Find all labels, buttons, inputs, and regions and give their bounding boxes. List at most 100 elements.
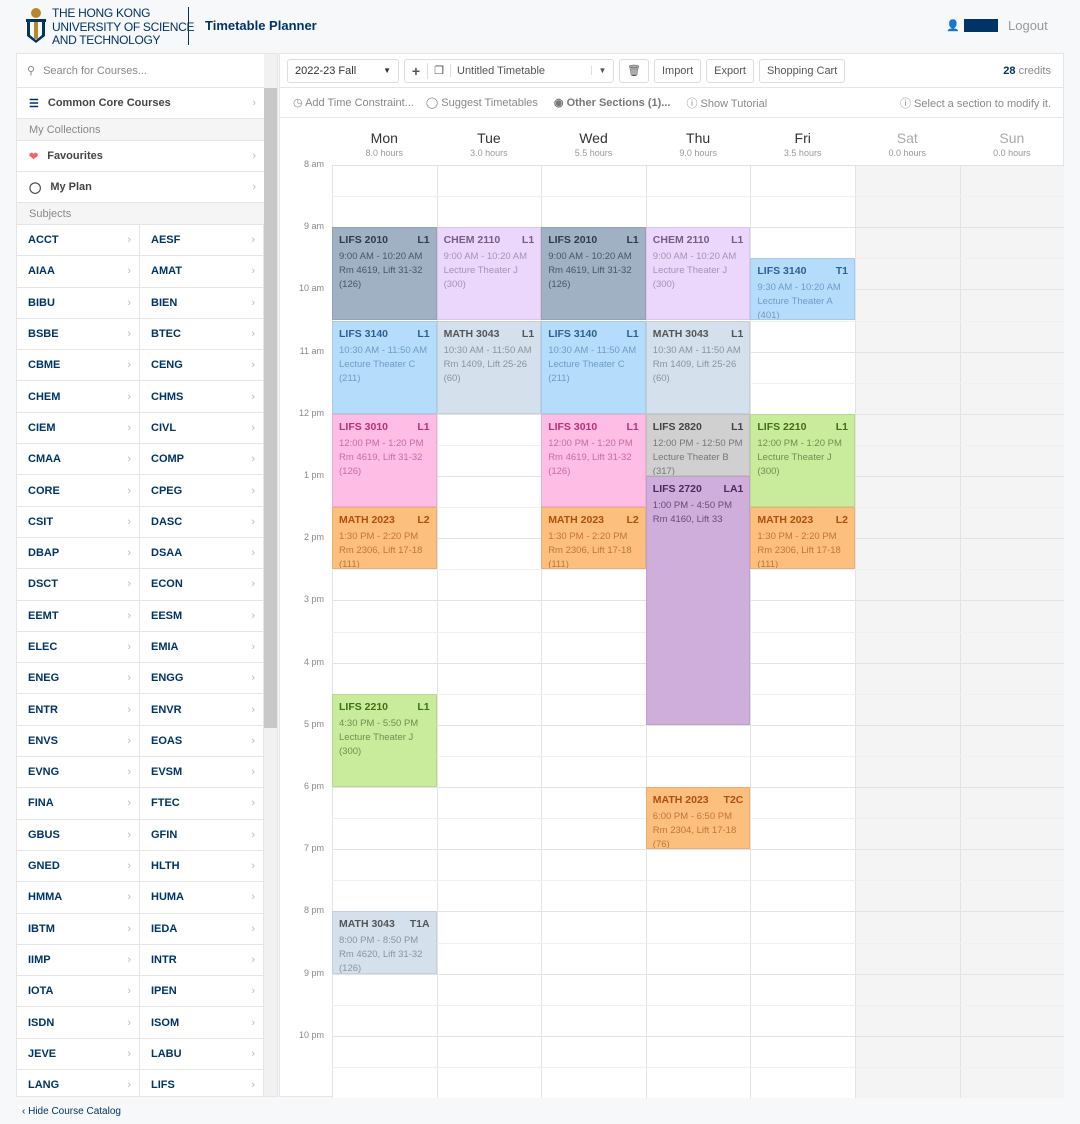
course-section-block[interactable]: CHEM 2110 L1 9:00 AM - 10:20 AM Lecture T…: [436, 227, 542, 321]
subject-elec[interactable]: ELEC ›: [17, 631, 140, 664]
caret-down-icon[interactable]: ▼: [591, 66, 613, 75]
subject-acct[interactable]: ACCT ›: [17, 225, 140, 257]
timetable-name-input[interactable]: Untitled Timetable: [451, 65, 591, 77]
subject-iota[interactable]: IOTA ›: [17, 976, 140, 1008]
copy-timetable-button[interactable]: ❐: [428, 64, 451, 77]
subject-ftec[interactable]: FTEC ›: [140, 788, 264, 820]
subject-civl[interactable]: CIVL ›: [140, 412, 264, 445]
subject-aesf[interactable]: AESF ›: [140, 225, 264, 257]
subject-engg[interactable]: ENGG ›: [140, 663, 264, 695]
subject-envs[interactable]: ENVS ›: [17, 725, 140, 758]
subject-dbap[interactable]: DBAP ›: [17, 537, 140, 570]
subject-chem[interactable]: CHEM ›: [17, 381, 140, 413]
import-button[interactable]: Import: [653, 58, 702, 83]
subject-eemt[interactable]: EEMT ›: [17, 600, 140, 632]
course-section-block[interactable]: LIFS 2210 L1 4:30 PM - 5:50 PM Lecture Th…: [332, 693, 437, 787]
subject-entr[interactable]: ENTR ›: [17, 694, 140, 726]
course-section-block[interactable]: MATH 2023 L2 1:30 PM - 2:20 PM Rm 2306, L…: [541, 507, 646, 570]
search-input[interactable]: ⚲ Search for Courses...: [17, 54, 264, 88]
subject-eesm[interactable]: EESM ›: [140, 600, 264, 632]
subject-labu[interactable]: LABU ›: [140, 1038, 264, 1071]
subject-intr[interactable]: INTR ›: [140, 944, 264, 977]
course-section-block[interactable]: MATH 2023 L2 1:30 PM - 2:20 PM Rm 2306, L…: [750, 507, 855, 570]
course-section-block[interactable]: LIFS 3010 L1 12:00 PM - 1:20 PM Rm 4619, …: [332, 413, 437, 508]
subject-aiaa[interactable]: AIAA ›: [17, 256, 140, 288]
subject-ibtm[interactable]: IBTM ›: [17, 913, 140, 945]
subject-iimp[interactable]: IIMP ›: [17, 944, 140, 977]
course-section-block[interactable]: LIFS 2210 L1 12:00 PM - 1:20 PM Lecture T…: [750, 413, 855, 508]
subject-gbus[interactable]: GBUS ›: [17, 819, 140, 851]
subject-amat[interactable]: AMAT ›: [140, 256, 264, 288]
hide-course-catalog-link[interactable]: ‹ Hide Course Catalog: [22, 1106, 121, 1117]
scrollbar-thumb[interactable]: [264, 88, 277, 728]
course-section-block[interactable]: MATH 2023 T2C 6:00 PM - 6:50 PM Rm 2304, …: [645, 787, 751, 850]
favourites[interactable]: ❤ Favourites ›: [17, 141, 264, 172]
user-menu[interactable]: 👤: [946, 19, 998, 32]
course-section-block[interactable]: LIFS 2820 L1 12:00 PM - 12:50 PM Lecture …: [645, 413, 751, 476]
course-section-block[interactable]: CHEM 2110 L1 9:00 AM - 10:20 AM Lecture T…: [645, 227, 751, 321]
subject-lifs[interactable]: LIFS ›: [140, 1070, 264, 1096]
course-section-block[interactable]: MATH 2023 L2 1:30 PM - 2:20 PM Rm 2306, L…: [332, 507, 437, 570]
subject-bibu[interactable]: BIBU ›: [17, 287, 140, 319]
subject-gned[interactable]: GNED ›: [17, 850, 140, 883]
course-section-block[interactable]: LIFS 3010 L1 12:00 PM - 1:20 PM Rm 4619, …: [541, 413, 646, 508]
subject-jeve[interactable]: JEVE ›: [17, 1038, 140, 1071]
subject-econ[interactable]: ECON ›: [140, 569, 264, 601]
subject-evsm[interactable]: EVSM ›: [140, 757, 264, 789]
subject-isdn[interactable]: ISDN ›: [17, 1007, 140, 1039]
subject-cmaa[interactable]: CMAA ›: [17, 444, 140, 476]
course-section-block[interactable]: LIFS 3140 T1 9:30 AM - 10:20 AM Lecture T…: [750, 258, 855, 321]
subject-dsct[interactable]: DSCT ›: [17, 569, 140, 601]
subject-emia[interactable]: EMIA ›: [140, 631, 264, 664]
show-tutorial-button[interactable]: ⓘ Show Tutorial: [686, 95, 767, 111]
subject-huma[interactable]: HUMA ›: [140, 882, 264, 914]
subject-envr[interactable]: ENVR ›: [140, 694, 264, 726]
subject-btec[interactable]: BTEC ›: [140, 318, 264, 351]
my-plan[interactable]: ◯ My Plan ›: [17, 172, 264, 203]
course-section-block[interactable]: LIFS 3140 L1 10:30 AM - 11:50 AM Lecture …: [541, 320, 646, 414]
subject-dasc[interactable]: DASC ›: [140, 506, 264, 538]
subject-bien[interactable]: BIEN ›: [140, 287, 264, 319]
suggest-timetables-button[interactable]: ◯ Suggest Timetables: [426, 96, 538, 109]
course-section-block[interactable]: MATH 3043 L1 10:30 AM - 11:50 AM Rm 1409,…: [436, 320, 542, 414]
subject-eoas[interactable]: EOAS ›: [140, 725, 264, 758]
subject-bsbe[interactable]: BSBE ›: [17, 318, 140, 351]
shopping-cart-button[interactable]: Shopping Cart: [758, 58, 846, 83]
subject-hlth[interactable]: HLTH ›: [140, 850, 264, 883]
course-section-block[interactable]: MATH 3043 L1 10:30 AM - 11:50 AM Rm 1409,…: [645, 320, 751, 414]
subject-eneg[interactable]: ENEG ›: [17, 663, 140, 695]
export-button[interactable]: Export: [706, 58, 754, 83]
course-section-block[interactable]: LIFS 2010 L1 9:00 AM - 10:20 AM Rm 4619, …: [541, 227, 646, 321]
sidebar-scrollbar[interactable]: [264, 54, 277, 1096]
subject-comp[interactable]: COMP ›: [140, 444, 264, 476]
subject-cbme[interactable]: CBME ›: [17, 350, 140, 382]
subject-lang[interactable]: LANG ›: [17, 1070, 140, 1096]
subject-code: FTEC: [151, 797, 180, 810]
course-section-block[interactable]: LIFS 2720 LA1 1:00 PM - 4:50 PM Rm 4160, …: [645, 476, 751, 725]
add-time-constraint-button[interactable]: ◷ Add Time Constraint...: [293, 96, 414, 109]
subject-cpeg[interactable]: CPEG ›: [140, 475, 264, 507]
timetable-panel: 2022-23 Fall ▼ + ❐ Untitled Timetable ▼ 🗑…: [279, 53, 1065, 1098]
subject-ceng[interactable]: CENG ›: [140, 350, 264, 382]
subject-dsaa[interactable]: DSAA ›: [140, 537, 264, 570]
subject-isom[interactable]: ISOM ›: [140, 1007, 264, 1039]
add-timetable-button[interactable]: +: [405, 62, 428, 79]
course-section-block[interactable]: LIFS 3140 L1 10:30 AM - 11:50 AM Lecture …: [332, 320, 437, 414]
course-section-block[interactable]: MATH 3043 T1A 8:00 PM - 8:50 PM Rm 4620, …: [332, 911, 437, 974]
subject-hmma[interactable]: HMMA ›: [17, 882, 140, 914]
subject-core[interactable]: CORE ›: [17, 475, 140, 507]
term-select[interactable]: 2022-23 Fall ▼: [287, 58, 399, 83]
subject-ieda[interactable]: IEDA ›: [140, 913, 264, 945]
delete-timetable-button[interactable]: 🗑: [619, 58, 649, 83]
course-section-block[interactable]: LIFS 2010 L1 9:00 AM - 10:20 AM Rm 4619, …: [332, 227, 437, 321]
subject-gfin[interactable]: GFIN ›: [140, 819, 264, 851]
subject-fina[interactable]: FINA ›: [17, 788, 140, 820]
other-sections-button[interactable]: ◉ Other Sections (1)...: [554, 96, 671, 109]
subject-csit[interactable]: CSIT ›: [17, 506, 140, 538]
subject-evng[interactable]: EVNG ›: [17, 757, 140, 789]
logout-link[interactable]: Logout: [1008, 18, 1048, 33]
subject-chms[interactable]: CHMS ›: [140, 381, 264, 413]
subject-ciem[interactable]: CIEM ›: [17, 412, 140, 445]
subject-ipen[interactable]: IPEN ›: [140, 976, 264, 1008]
common-core-courses[interactable]: ☰ Common Core Courses ›: [17, 88, 264, 119]
